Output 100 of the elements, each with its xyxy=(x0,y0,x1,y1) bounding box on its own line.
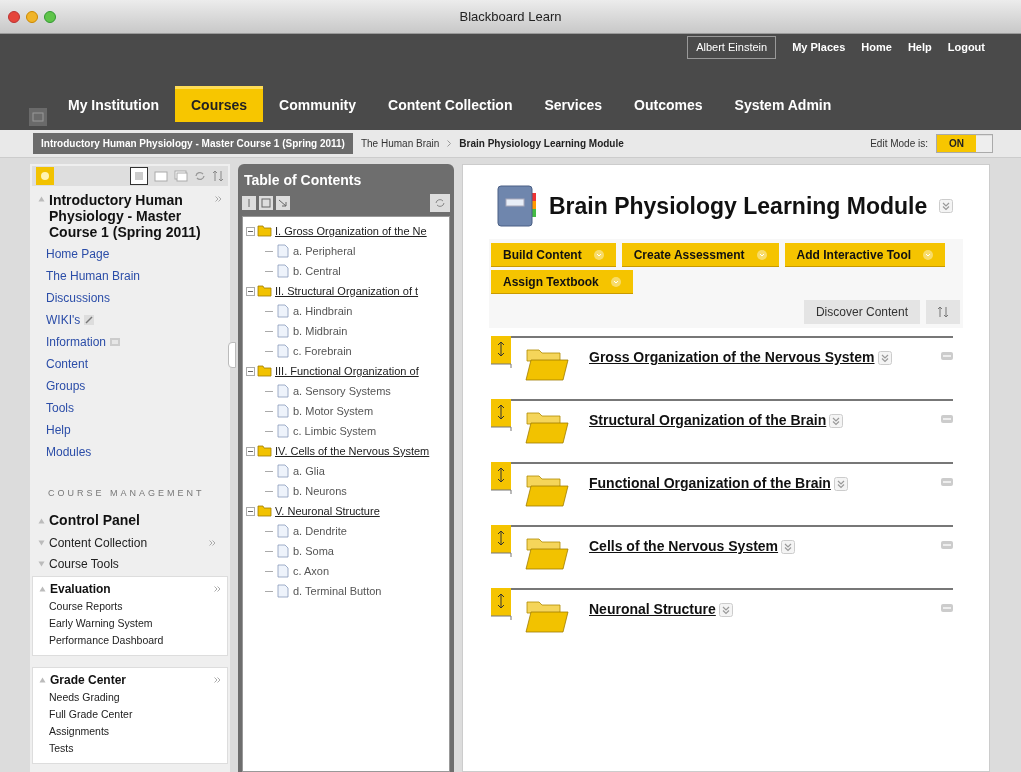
collapse-arrow-icon[interactable] xyxy=(38,517,45,524)
nav-tab[interactable]: Community xyxy=(263,89,373,122)
course-menu-link[interactable]: Help xyxy=(46,421,71,439)
course-menu-link[interactable]: Tools xyxy=(46,399,74,417)
toc-item-link[interactable]: b. Midbrain xyxy=(293,322,348,340)
toc-item-link[interactable]: a. Dendrite xyxy=(293,522,347,540)
action-menu-button[interactable]: Add Interactive Tool xyxy=(784,243,946,267)
arrow-icon[interactable] xyxy=(276,196,290,210)
course-menu-link[interactable]: Content xyxy=(46,355,89,373)
course-menu-link[interactable]: The Human Brain xyxy=(46,267,141,285)
minimize-button[interactable] xyxy=(26,10,38,23)
nav-tab[interactable]: Content Collection xyxy=(372,89,529,122)
course-menu-link[interactable]: Discussions xyxy=(46,289,111,307)
collapse-toggle-icon[interactable] xyxy=(246,366,255,376)
more-icon[interactable] xyxy=(214,586,221,592)
course-menu-link[interactable]: Groups xyxy=(46,377,86,395)
refresh-icon[interactable] xyxy=(430,194,450,212)
toc-item-link[interactable]: a. Sensory Systems xyxy=(293,382,391,400)
content-item-title[interactable]: Structural Organization of the Brain xyxy=(589,410,827,431)
more-icon[interactable] xyxy=(209,540,216,546)
options-chevron-icon[interactable] xyxy=(829,413,844,428)
window-view-icon[interactable] xyxy=(174,169,188,182)
collapse-arrow-icon[interactable] xyxy=(39,677,46,683)
course-menu-link[interactable]: Home Page xyxy=(46,245,110,263)
nav-tab[interactable]: System Admin xyxy=(718,89,848,122)
toc-item-link[interactable]: c. Limbic System xyxy=(293,422,377,440)
content-item-title[interactable]: Cells of the Nervous System xyxy=(589,536,779,557)
section-link[interactable]: Early Warning System xyxy=(39,615,221,632)
list-view-icon[interactable] xyxy=(130,166,148,185)
collapse-handle[interactable] xyxy=(228,342,236,368)
collapse-toggle-icon[interactable] xyxy=(246,446,255,456)
toc-item-link[interactable]: a. Peripheral xyxy=(293,242,356,260)
expand-all-icon[interactable] xyxy=(242,196,256,210)
toc-item-link[interactable]: b. Neurons xyxy=(293,482,347,500)
refresh-icon[interactable] xyxy=(194,169,206,182)
course-menu-link[interactable]: WIKI's xyxy=(46,311,81,329)
folder-view-icon[interactable] xyxy=(154,169,168,182)
collapse-arrow-icon[interactable] xyxy=(39,586,46,592)
content-item-title[interactable]: Gross Organization of the Nervous System xyxy=(589,347,875,368)
section-title[interactable]: Grade Center xyxy=(50,671,210,689)
nav-tab[interactable]: Courses xyxy=(175,86,264,122)
zoom-button[interactable] xyxy=(44,10,56,23)
options-chevron-icon[interactable] xyxy=(718,602,733,617)
discover-content-button[interactable]: Discover Content xyxy=(803,300,920,324)
course-menu-link[interactable]: Information xyxy=(46,333,107,351)
collapse-toggle-icon[interactable] xyxy=(246,286,255,296)
more-icon[interactable] xyxy=(215,195,222,202)
action-menu-button[interactable]: Build Content xyxy=(491,243,616,267)
action-menu-button[interactable]: Assign Textbook xyxy=(491,270,633,294)
breadcrumb-link[interactable]: Brain Physiology Learning Module xyxy=(459,136,624,151)
toc-item-link[interactable]: b. Motor System xyxy=(293,402,374,420)
drag-handle-icon[interactable] xyxy=(491,588,513,620)
header-link[interactable]: Logout xyxy=(947,39,985,56)
options-chevron-icon[interactable] xyxy=(877,350,892,365)
course-menu-link[interactable]: Modules xyxy=(46,443,92,461)
toc-item-link[interactable]: a. Hindbrain xyxy=(293,302,353,320)
drag-handle-icon[interactable] xyxy=(491,525,513,557)
more-icon[interactable] xyxy=(214,677,221,683)
content-item-title[interactable]: Neuronal Structure xyxy=(589,599,716,620)
section-link[interactable]: Course Reports xyxy=(39,598,221,615)
drag-handle-icon[interactable] xyxy=(491,462,513,494)
header-link[interactable]: My Places xyxy=(792,39,846,56)
collapsed-section-link[interactable]: Content Collection xyxy=(49,534,205,552)
tool-panel-icon[interactable] xyxy=(29,108,47,126)
collapse-all-icon[interactable] xyxy=(259,196,273,210)
reorder-button[interactable] xyxy=(926,300,960,324)
nav-tab[interactable]: Services xyxy=(528,89,619,122)
options-chevron-icon[interactable] xyxy=(833,476,848,491)
edit-mode-toggle[interactable]: ON xyxy=(936,134,993,153)
toc-section-link[interactable]: IV. Cells of the Nervous System xyxy=(275,442,430,460)
toc-item-link[interactable]: a. Glia xyxy=(293,462,325,480)
toc-section-link[interactable]: V. Neuronal Structure xyxy=(275,502,380,520)
collapse-arrow-icon[interactable] xyxy=(38,195,45,202)
header-link[interactable]: Home xyxy=(861,39,892,56)
toc-item-link[interactable]: c. Forebrain xyxy=(293,342,352,360)
section-link[interactable]: Assignments xyxy=(39,723,221,740)
section-link[interactable]: Needs Grading xyxy=(39,689,221,706)
content-item-title[interactable]: Functional Organization of the Brain xyxy=(589,473,831,494)
toc-section-link[interactable]: I. Gross Organization of the Ne xyxy=(275,222,427,240)
title-options-icon[interactable] xyxy=(939,199,954,213)
action-menu-button[interactable]: Create Assessment xyxy=(621,243,779,267)
nav-tab[interactable]: My Institution xyxy=(52,89,175,122)
drag-handle-icon[interactable] xyxy=(491,336,513,368)
toc-section-link[interactable]: III. Functional Organization of xyxy=(275,362,419,380)
close-button[interactable] xyxy=(8,10,20,23)
toc-item-link[interactable]: b. Soma xyxy=(293,542,334,560)
toc-item-link[interactable]: d. Terminal Button xyxy=(293,582,382,600)
section-link[interactable]: Full Grade Center xyxy=(39,706,221,723)
breadcrumb-link[interactable]: The Human Brain xyxy=(360,136,440,151)
add-icon[interactable] xyxy=(36,166,54,185)
nav-tab[interactable]: Outcomes xyxy=(618,89,719,122)
options-chevron-icon[interactable] xyxy=(781,539,796,554)
toc-item-link[interactable]: b. Central xyxy=(293,262,341,280)
user-name-link[interactable]: Albert Einstein xyxy=(687,36,777,59)
sort-icon[interactable] xyxy=(212,169,224,182)
course-breadcrumb[interactable]: Introductory Human Physiology - Master Course 1 (Spring 2011) xyxy=(33,133,353,154)
toc-section-link[interactable]: II. Structural Organization of t xyxy=(275,282,419,300)
section-title[interactable]: Evaluation xyxy=(50,580,210,598)
collapse-toggle-icon[interactable] xyxy=(246,506,255,516)
toc-item-link[interactable]: c. Axon xyxy=(293,562,330,580)
